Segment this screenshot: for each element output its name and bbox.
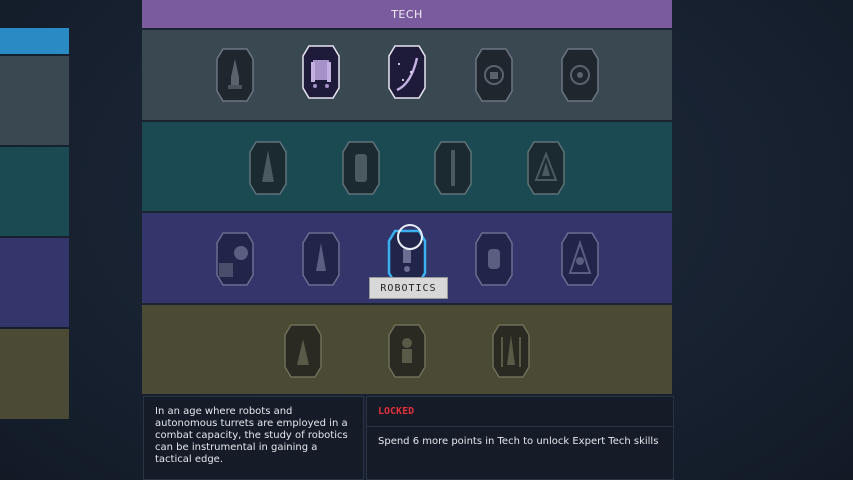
side-strip-blue [0, 28, 69, 54]
thrusters-icon[interactable] [301, 44, 341, 100]
astronaut-icon[interactable] [387, 323, 427, 379]
unlock-requirement: Spend 6 more points in Tech to unlock Ex… [378, 436, 659, 447]
side-strip-olive [0, 329, 69, 419]
outpost-icon[interactable] [474, 231, 514, 287]
tier-2-row [142, 120, 672, 212]
tooltip-label: ROBOTICS [380, 282, 437, 294]
side-strip-teal [0, 147, 69, 236]
compass-icon[interactable] [560, 231, 600, 287]
skill-description-panel: In an age where robots and autonomous tu… [143, 396, 364, 480]
rocket-tower-icon[interactable] [491, 323, 531, 379]
planet-icon[interactable] [215, 231, 255, 287]
category-title: TECH [391, 7, 423, 21]
tier-1-row [142, 28, 672, 120]
rocket-ship-icon[interactable] [215, 47, 255, 103]
skill-description: In an age where robots and autonomous tu… [155, 406, 348, 465]
ship-triangle-icon[interactable] [526, 140, 566, 196]
space-flight-icon[interactable] [387, 44, 427, 100]
starship-engineering-icon[interactable] [301, 231, 341, 287]
targeting-reticle-icon[interactable] [560, 47, 600, 103]
locked-title: LOCKED [367, 397, 673, 427]
skill-tree: TECH [142, 0, 672, 394]
ballistic-column-icon[interactable] [433, 140, 473, 196]
cursor-ring [397, 224, 423, 250]
tier-4-row [142, 303, 672, 394]
starship-design-icon[interactable] [248, 140, 288, 196]
side-strip-indigo [0, 238, 69, 327]
lock-info-panel: LOCKED Spend 6 more points in Tech to un… [366, 396, 674, 480]
skill-tooltip: ROBOTICS [369, 277, 448, 299]
engine-icon[interactable] [341, 140, 381, 196]
launch-icon[interactable] [283, 323, 323, 379]
side-strip-gray [0, 56, 69, 145]
security-lock-icon[interactable] [474, 47, 514, 103]
category-header[interactable]: TECH [142, 0, 672, 28]
